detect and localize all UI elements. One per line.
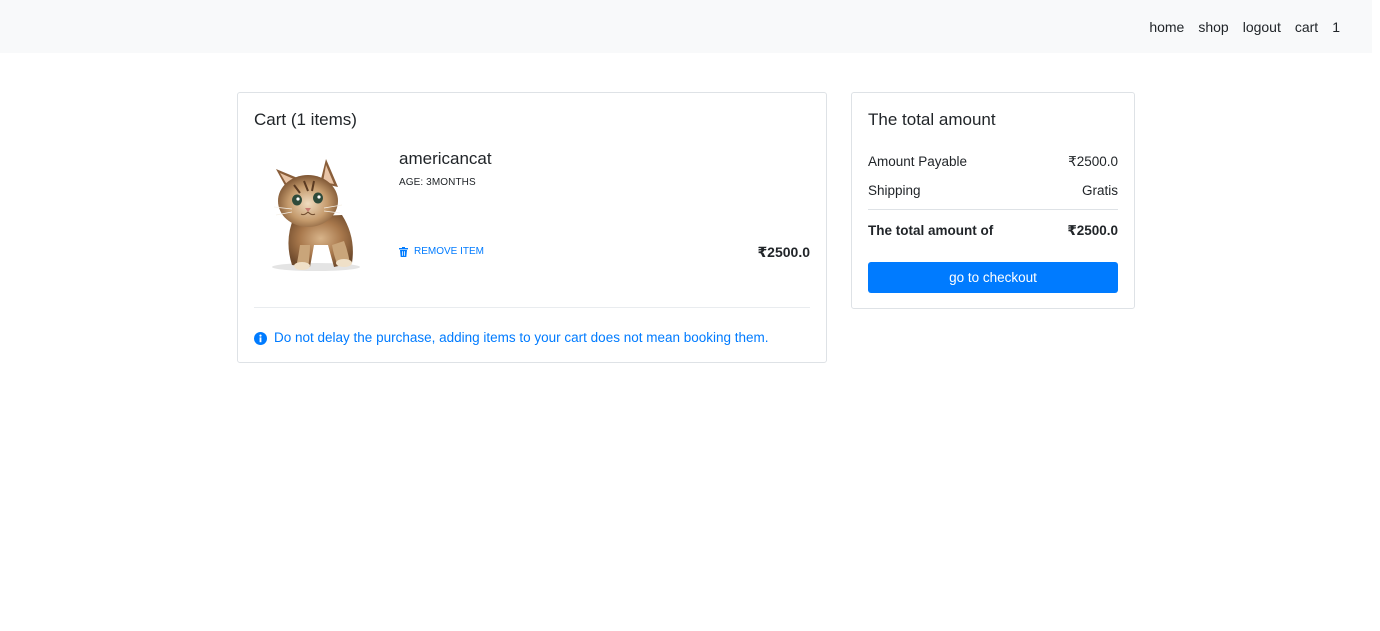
amount-payable-value: ₹2500.0 [1068, 154, 1118, 169]
summary-card: The total amount Amount Payable ₹2500.0 … [851, 92, 1135, 309]
top-navbar: home shop logout cart 1 [0, 0, 1372, 53]
nav-link-logout[interactable]: logout [1243, 19, 1281, 36]
kitten-image [272, 159, 360, 271]
nav-link-cart[interactable]: cart [1295, 19, 1318, 36]
shipping-label: Shipping [868, 183, 921, 198]
trash-icon [399, 247, 408, 257]
nav-link-home[interactable]: home [1149, 19, 1184, 36]
notice-text: Do not delay the purchase, adding items … [274, 330, 769, 345]
summary-title: The total amount [868, 110, 996, 129]
product-name[interactable]: americancat [399, 149, 492, 169]
cart-divider [254, 307, 810, 308]
cart-title: Cart (1 items) [254, 110, 357, 129]
summary-divider [868, 209, 1118, 210]
total-value: ₹2500.0 [1067, 223, 1118, 238]
checkout-button[interactable]: go to checkout [868, 262, 1118, 293]
shipping-value: Gratis [1081, 183, 1118, 198]
product-age: AGE: 3MONTHS [399, 177, 476, 188]
amount-payable-label: Amount Payable [868, 154, 968, 169]
total-label: The total amount of [868, 223, 994, 238]
cart-count-badge[interactable]: 1 [1332, 19, 1340, 36]
info-icon [254, 331, 267, 345]
shipping-row: Shipping Gratis [868, 183, 1118, 199]
remove-item-label: REMOVE ITEM [414, 246, 485, 257]
amount-payable-row: Amount Payable ₹2500.0 [868, 154, 1118, 170]
total-row: The total amount of ₹2500.0 [868, 223, 1118, 239]
product-price: ₹2500.0 [757, 244, 810, 260]
cart-card: Cart (1 items) americancat AGE: 3MONTHS … [237, 92, 827, 363]
cart-notice: Do not delay the purchase, adding items … [254, 330, 769, 346]
nav-links: home shop logout cart 1 [1149, 19, 1340, 36]
remove-item-button[interactable]: REMOVE ITEM [399, 246, 484, 258]
nav-link-shop[interactable]: shop [1198, 19, 1228, 36]
